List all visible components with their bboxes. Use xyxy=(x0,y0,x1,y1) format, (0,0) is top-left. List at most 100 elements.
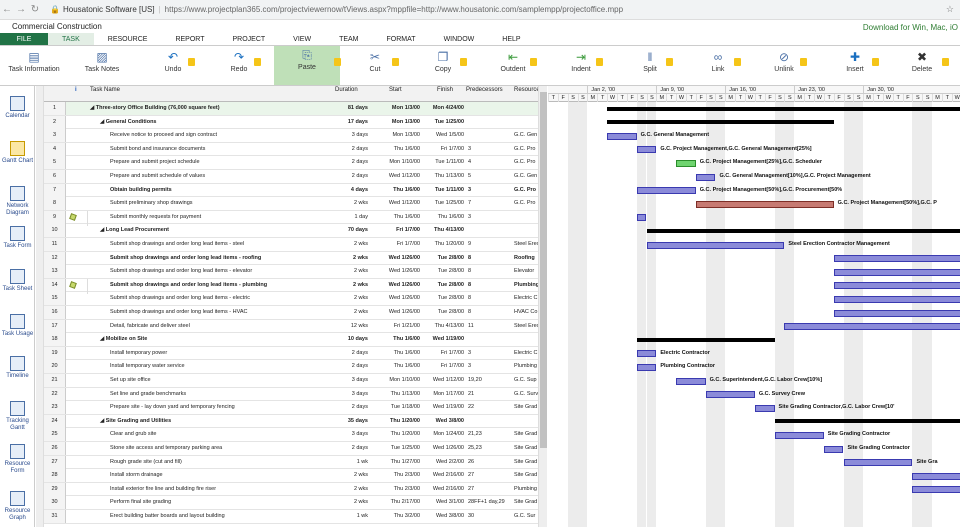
row-id[interactable]: 28 xyxy=(44,469,66,483)
unlink-button[interactable]: ⊘ Unlink xyxy=(762,48,806,84)
row-id[interactable]: 11 xyxy=(44,238,66,251)
summary-bar[interactable] xyxy=(607,106,960,111)
table-row[interactable]: 8 Submit preliminary shop drawings 2 wks We… xyxy=(44,197,547,211)
task-bar[interactable] xyxy=(823,445,844,453)
row-id[interactable]: 16 xyxy=(44,306,66,319)
task-start[interactable]: Thu 1/6/00 xyxy=(372,333,420,346)
task-start[interactable]: Thu 1/6/00 xyxy=(372,184,420,197)
delete-button[interactable]: ✖ Delete xyxy=(896,48,948,84)
task-predecessors[interactable]: 8 xyxy=(466,292,512,305)
view-task-form[interactable]: Task Form xyxy=(0,226,35,250)
tab-project[interactable]: PROJECT xyxy=(219,33,280,45)
summary-bar[interactable] xyxy=(646,228,960,233)
table-row[interactable]: 19 Install temporary power 2 days Thu 1/6/0… xyxy=(44,346,547,361)
table-row[interactable]: 28 Install storm drainage 2 wks Thu 2/3/00 W… xyxy=(44,469,547,483)
row-id[interactable]: 13 xyxy=(44,265,66,279)
task-predecessors[interactable]: 3 xyxy=(466,211,512,224)
task-predecessors[interactable]: 27 xyxy=(466,469,512,482)
table-row[interactable]: 26 Stone site access and temporary parkin… xyxy=(44,442,547,456)
task-duration[interactable]: 35 days xyxy=(330,415,368,428)
row-id[interactable]: 30 xyxy=(44,496,66,510)
task-predecessors[interactable]: 3 xyxy=(466,347,512,360)
task-finish[interactable]: Wed 3/1/00 xyxy=(420,496,464,509)
grid-scrollbar[interactable] xyxy=(538,86,547,527)
secure-lock-icon[interactable]: 🔒 xyxy=(50,5,60,14)
task-duration[interactable]: 2 days xyxy=(330,401,368,414)
table-row[interactable]: 21 Set up site office 3 days Mon 1/10/00 Wed… xyxy=(44,374,547,388)
task-information-button[interactable]: ▤ Task Information xyxy=(2,48,66,84)
reload-icon[interactable]: ↻ xyxy=(28,4,42,15)
row-id[interactable]: 5 xyxy=(44,156,66,170)
table-row[interactable]: 23 Prepare site - lay down yard and tempo… xyxy=(44,401,547,415)
task-finish[interactable]: Wed 1/19/00 xyxy=(420,401,464,414)
task-finish[interactable]: Mon 1/17/00 xyxy=(420,388,464,401)
task-duration[interactable]: 70 days xyxy=(330,224,368,237)
task-bar[interactable] xyxy=(843,459,913,467)
view-network-diagram[interactable]: Network Diagram xyxy=(0,186,35,217)
task-start[interactable]: Tue 1/18/00 xyxy=(372,401,420,414)
task-finish[interactable]: Tue 2/8/00 xyxy=(420,265,464,278)
task-finish[interactable]: Wed 2/2/00 xyxy=(420,456,464,469)
row-id[interactable]: 24 xyxy=(44,414,66,428)
task-bar[interactable] xyxy=(646,241,785,249)
task-notes-button[interactable]: ▨ Task Notes xyxy=(74,48,130,84)
task-duration[interactable]: 2 days xyxy=(330,170,368,183)
table-row[interactable]: 6 Prepare and submit schedule of values 2 … xyxy=(44,170,547,184)
row-id[interactable]: 20 xyxy=(44,360,66,374)
back-icon[interactable]: ← xyxy=(0,4,14,15)
task-name[interactable]: ◢ Long Lead Procurement xyxy=(88,224,330,237)
site-identity[interactable]: Housatonic Software [US] xyxy=(63,5,155,14)
table-row[interactable]: 25 Clear and grub site 3 days Thu 1/20/00 Mo… xyxy=(44,428,547,442)
row-id[interactable]: 31 xyxy=(44,510,66,523)
task-bar[interactable] xyxy=(636,187,696,195)
task-name[interactable]: Stone site access and temporary parking … xyxy=(88,442,330,455)
task-finish[interactable]: Mon 1/24/00 xyxy=(420,428,464,441)
task-name[interactable]: Submit shop drawings and order long lead… xyxy=(88,238,330,251)
task-predecessors[interactable]: 28FF+1 day,29 xyxy=(466,496,512,509)
task-bar[interactable] xyxy=(636,214,647,222)
tab-resource[interactable]: RESOURCE xyxy=(94,33,162,45)
task-start[interactable]: Mon 1/10/00 xyxy=(372,374,420,387)
tab-format[interactable]: FORMAT xyxy=(373,33,430,45)
task-finish[interactable]: Thu 4/13/00 xyxy=(420,320,464,333)
task-finish[interactable]: Thu 1/6/00 xyxy=(420,211,464,224)
task-start[interactable]: Thu 2/3/00 xyxy=(372,483,420,496)
task-bar[interactable] xyxy=(912,486,960,494)
row-id[interactable]: 25 xyxy=(44,428,66,442)
task-name[interactable]: Submit shop drawings and order long lead… xyxy=(88,292,330,305)
copy-button[interactable]: ❐ Copy xyxy=(420,48,466,84)
task-bar[interactable] xyxy=(676,377,706,385)
task-name[interactable]: Submit shop drawings and order long lead… xyxy=(88,306,330,319)
task-duration[interactable]: 2 wks xyxy=(330,496,368,509)
task-bar[interactable] xyxy=(705,391,755,399)
task-name[interactable]: Install temporary water service xyxy=(88,360,330,373)
task-duration[interactable]: 17 days xyxy=(330,116,368,129)
row-id[interactable]: 19 xyxy=(44,346,66,360)
row-id[interactable]: 26 xyxy=(44,442,66,455)
task-predecessors[interactable]: 8 xyxy=(466,265,512,278)
row-id[interactable]: 6 xyxy=(44,170,66,183)
task-finish[interactable]: Wed 1/12/00 xyxy=(420,374,464,387)
tab-help[interactable]: HELP xyxy=(488,33,534,45)
task-finish[interactable]: Tue 2/8/00 xyxy=(420,279,464,292)
task-finish[interactable]: Tue 1/11/00 xyxy=(420,156,464,169)
view-gantt-chart[interactable]: Gantt Chart xyxy=(0,141,35,165)
task-duration[interactable]: 81 days xyxy=(330,102,368,115)
task-name[interactable]: Submit bond and insurance documents xyxy=(88,143,330,156)
task-duration[interactable]: 1 wk xyxy=(330,456,368,469)
task-predecessors[interactable]: 5 xyxy=(466,170,512,183)
task-predecessors[interactable]: 9 xyxy=(466,238,512,251)
view-task-sheet[interactable]: Task Sheet xyxy=(0,269,35,293)
table-row[interactable]: 11 Submit shop drawings and order long le… xyxy=(44,238,547,252)
task-duration[interactable]: 2 days xyxy=(330,143,368,156)
table-row[interactable]: 5 Prepare and submit project schedule 2 da… xyxy=(44,156,547,170)
task-start[interactable]: Thu 1/20/00 xyxy=(372,415,420,428)
task-duration[interactable]: 3 days xyxy=(330,374,368,387)
undo-button[interactable]: ↶ Undo xyxy=(152,48,194,84)
row-id[interactable]: 23 xyxy=(44,401,66,415)
task-name[interactable]: Obtain building permits xyxy=(88,184,330,197)
task-start[interactable]: Mon 1/3/00 xyxy=(372,116,420,129)
summary-bar[interactable] xyxy=(636,337,775,342)
task-finish[interactable]: Tue 1/25/00 xyxy=(420,197,464,210)
task-predecessors[interactable]: 8 xyxy=(466,279,512,292)
